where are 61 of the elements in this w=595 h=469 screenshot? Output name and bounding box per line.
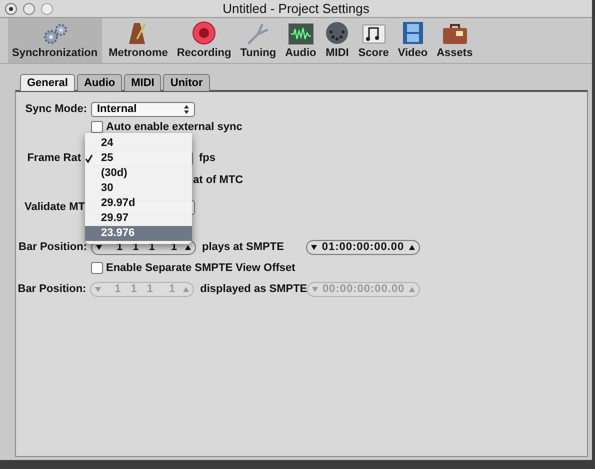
toolbar-label: Recording: [176, 47, 232, 60]
checkbox[interactable]: [91, 121, 103, 133]
sheet-music-icon: [362, 23, 386, 45]
toolbar-item[interactable]: MIDI: [323, 18, 352, 63]
menu-item[interactable]: 29.97: [85, 211, 192, 226]
midi-port-icon: [325, 21, 350, 45]
toolbar-item[interactable]: Assets: [434, 18, 475, 63]
waveform-icon: [288, 23, 314, 45]
checkmark-icon: [85, 154, 93, 163]
smpte-field[interactable]: 01:00:00:00.00: [306, 240, 420, 254]
sync-mode-popup[interactable]: Internal: [91, 102, 195, 116]
toolbar-label: Score: [358, 47, 389, 60]
toolbar-label: Audio: [285, 47, 316, 60]
close-button[interactable]: [5, 3, 17, 15]
toolbar-item[interactable]: Video: [396, 18, 430, 63]
field-label: Frame Rat: [27, 150, 81, 166]
toolbar-label: Video: [398, 47, 428, 60]
checkbox-label: Enable Separate SMPTE View Offset: [106, 260, 296, 276]
minimize-button[interactable]: [23, 3, 35, 15]
field-label: Bar Position:: [18, 240, 87, 255]
checkbox-label: Auto enable external sync: [106, 120, 242, 135]
toolbar-label: MIDI: [326, 47, 349, 60]
toolbar-label: Assets: [436, 47, 473, 60]
film-strip-icon: [402, 21, 424, 45]
menu-item[interactable]: (30d): [85, 166, 192, 181]
up-arrow-icon[interactable]: [408, 244, 415, 250]
up-arrow-icon[interactable]: [185, 244, 191, 250]
toolbar-label: Synchronization: [12, 47, 98, 60]
toolbar-label: Metronome: [108, 47, 168, 60]
toolbar-item[interactable]: Tuning: [238, 18, 278, 63]
toolbar-item[interactable]: Score: [356, 18, 391, 63]
checkbox-label: at of MTC: [193, 172, 244, 188]
toolbar-label: Tuning: [240, 47, 276, 60]
menu-item[interactable]: 30: [85, 181, 192, 196]
checkbox[interactable]: [91, 262, 103, 274]
briefcase-icon: [442, 23, 468, 45]
toolbar-item[interactable]: Metronome: [106, 18, 170, 63]
tab[interactable]: Unitor: [163, 74, 210, 91]
tab[interactable]: Audio: [76, 74, 122, 91]
caption-label: plays at SMPTE: [202, 240, 284, 255]
tab[interactable]: General: [20, 74, 75, 91]
field-label: Sync Mode:: [25, 102, 87, 117]
unit-label: fps: [199, 150, 216, 166]
caption-label: displayed as SMPTE: [200, 282, 308, 297]
toolbar-item[interactable]: Recording: [174, 18, 234, 63]
toolbar-item[interactable]: Audio: [283, 18, 318, 63]
tab[interactable]: MIDI: [124, 74, 162, 91]
field-label: Bar Position:: [18, 282, 86, 297]
down-arrow-icon[interactable]: [96, 244, 102, 250]
field-label: Validate MT: [24, 200, 85, 215]
toolbar-item[interactable]: Synchronization: [8, 18, 102, 63]
stepper-arrows-icon: [184, 104, 189, 114]
down-arrow-icon[interactable]: [311, 244, 317, 250]
tuning-fork-icon: [246, 21, 270, 45]
menu-item[interactable]: 29.97d: [85, 196, 192, 211]
menu-item[interactable]: 23.976: [85, 226, 192, 241]
menu-item[interactable]: 25: [85, 151, 192, 166]
menu-item[interactable]: 24: [85, 136, 192, 151]
gears-icon: [42, 23, 68, 45]
record-icon: [192, 21, 216, 45]
window-title: Untitled - Project Settings: [222, 0, 370, 18]
